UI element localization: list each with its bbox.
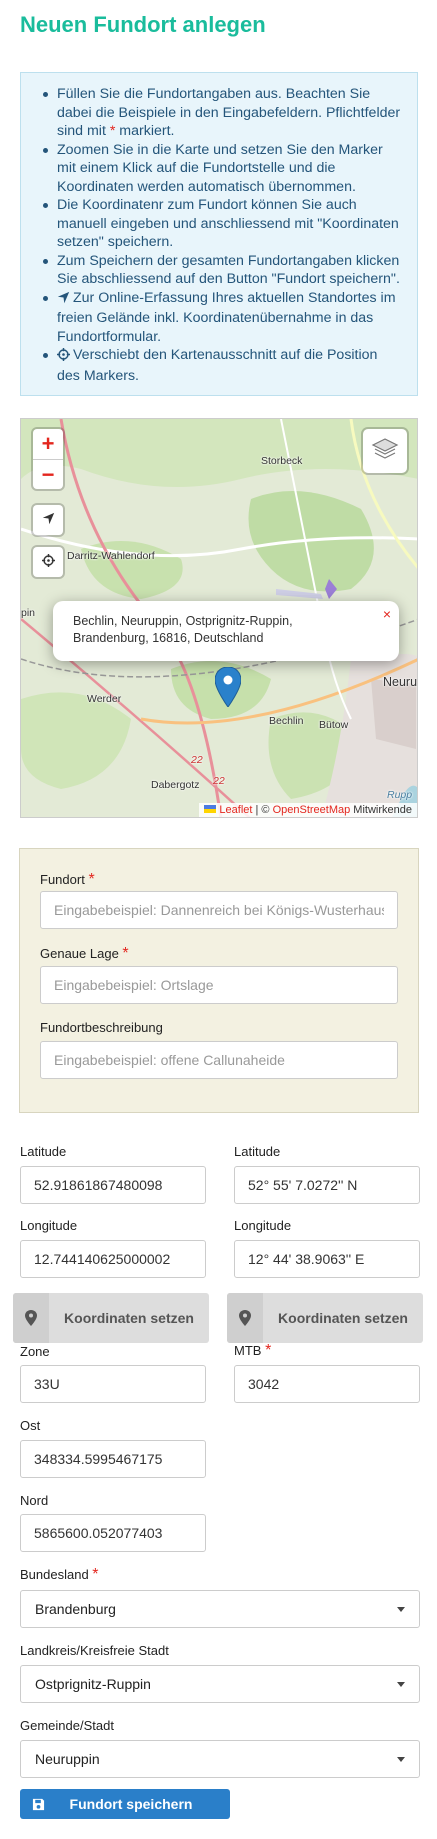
leaflet-link[interactable]: Leaflet — [219, 804, 252, 816]
bundesland-select[interactable]: Brandenburg — [20, 1590, 420, 1628]
nord-label: Nord — [20, 1493, 49, 1508]
map-marker-icon — [13, 1293, 49, 1343]
location-arrow-icon — [42, 512, 55, 528]
gemeinde-value: Neuruppin — [35, 1751, 100, 1767]
zoom-out-button[interactable]: − — [33, 459, 63, 489]
map-place-label: pin — [21, 607, 36, 619]
zone-label: Zone — [20, 1344, 50, 1359]
beschreibung-input[interactable] — [40, 1041, 398, 1079]
popup-close-button[interactable]: × — [383, 606, 391, 623]
lage-label: Genaue Lage * — [40, 945, 129, 962]
latitude-decimal-input[interactable] — [20, 1166, 206, 1204]
map-marker-icon — [227, 1293, 263, 1343]
map-place-label: Darritz-Wahlendorf — [67, 550, 155, 562]
set-coordinates-label: Koordinaten setzen — [64, 1310, 194, 1326]
gemeinde-label: Gemeinde/Stadt — [20, 1718, 114, 1733]
zoom-control: + − — [33, 429, 63, 489]
landkreis-value: Ostprignitz-Ruppin — [35, 1676, 151, 1692]
layers-button[interactable] — [363, 429, 407, 473]
longitude-decimal-label: Longitude — [20, 1218, 78, 1233]
set-coordinates-decimal-button[interactable]: Koordinaten setzen — [13, 1293, 209, 1343]
instruction-item: Zoomen Sie in die Karte und setzen Sie d… — [43, 141, 403, 197]
required-asterisk: * — [92, 1566, 99, 1583]
page-title: Neuen Fundort anlegen — [20, 12, 266, 37]
ukraine-flag-icon — [204, 804, 217, 816]
instruction-item: Zur Online-Erfassung Ihres aktuellen Sta… — [43, 289, 403, 347]
beschreibung-label: Fundortbeschreibung — [40, 1020, 163, 1035]
map-place-label: Werder — [87, 693, 122, 705]
road-label: 22 — [191, 754, 203, 766]
required-asterisk: * — [122, 945, 129, 962]
fundort-input[interactable] — [40, 891, 398, 929]
instruction-item: Zum Speichern der gesamten Fundortangabe… — [43, 252, 403, 289]
longitude-dms-input[interactable] — [234, 1240, 420, 1278]
mtb-label: MTB * — [234, 1342, 272, 1359]
chevron-down-icon — [397, 1757, 405, 1762]
popup-address-line: Brandenburg, 16816, Deutschland — [73, 631, 264, 645]
ost-input[interactable] — [20, 1440, 206, 1478]
set-coordinates-label: Koordinaten setzen — [278, 1310, 408, 1326]
save-fundort-button[interactable]: Fundort speichern — [20, 1789, 230, 1819]
map[interactable]: + − Storbeck Darritz-Wahlendorf pin Werd… — [20, 418, 418, 818]
location-popup: Bechlin, Neuruppin, Ostprignitz-Ruppin, … — [53, 601, 399, 661]
save-fundort-label: Fundort speichern — [69, 1796, 193, 1812]
save-icon — [20, 1798, 56, 1811]
nord-input[interactable] — [20, 1514, 206, 1552]
lage-input[interactable] — [40, 966, 398, 1004]
water-label: Rupp — [387, 789, 413, 801]
popup-address-line: Bechlin, Neuruppin, Ostprignitz-Ruppin, — [73, 614, 293, 628]
longitude-dms-label: Longitude — [234, 1218, 292, 1233]
map-place-label: Dabergotz — [151, 779, 200, 791]
map-place-label: Storbeck — [261, 455, 303, 467]
instruction-item: Verschiebt den Kartenausschnitt auf die … — [43, 346, 403, 385]
center-marker-button[interactable] — [33, 547, 63, 577]
locate-button[interactable] — [33, 505, 63, 535]
landkreis-select[interactable]: Ostprignitz-Ruppin — [20, 1665, 420, 1703]
osm-link[interactable]: OpenStreetMap — [273, 804, 351, 816]
fundort-label: Fundort * — [40, 871, 95, 888]
crosshair-icon — [57, 348, 70, 367]
instruction-item: Füllen Sie die Fundortangaben aus. Beach… — [43, 85, 403, 141]
bundesland-label: Bundesland * — [20, 1566, 99, 1583]
map-place-label: Bütow — [319, 719, 349, 731]
layers-icon — [371, 437, 399, 466]
required-asterisk: * — [265, 1342, 272, 1359]
instruction-item: Die Koordinatenr zum Fundort können Sie … — [43, 196, 403, 252]
fundort-panel: Fundort * Genaue Lage * Fundortbeschreib… — [19, 848, 419, 1113]
map-marker-icon[interactable] — [214, 666, 242, 710]
crosshair-icon — [41, 554, 55, 570]
road-label: 22 — [213, 775, 225, 787]
set-coordinates-dms-button[interactable]: Koordinaten setzen — [227, 1293, 423, 1343]
longitude-decimal-input[interactable] — [20, 1240, 206, 1278]
required-asterisk: * — [88, 871, 95, 888]
mtb-input[interactable] — [234, 1365, 420, 1403]
latitude-dms-label: Latitude — [234, 1144, 281, 1159]
map-attribution: Leaflet | © OpenStreetMap Mitwirkende — [199, 803, 417, 817]
zone-input[interactable] — [20, 1365, 206, 1403]
map-place-label: Neuru — [383, 675, 418, 689]
latitude-decimal-label: Latitude — [20, 1144, 67, 1159]
zoom-in-button[interactable]: + — [33, 429, 63, 459]
gemeinde-select[interactable]: Neuruppin — [20, 1740, 420, 1778]
bundesland-value: Brandenburg — [35, 1601, 116, 1617]
location-arrow-icon — [57, 291, 70, 310]
chevron-down-icon — [397, 1682, 405, 1687]
ost-label: Ost — [20, 1418, 41, 1433]
map-place-label: Bechlin — [269, 715, 304, 727]
latitude-dms-input[interactable] — [234, 1166, 420, 1204]
instructions-box: Füllen Sie die Fundortangaben aus. Beach… — [20, 72, 418, 396]
chevron-down-icon — [397, 1607, 405, 1612]
landkreis-label: Landkreis/Kreisfreie Stadt — [20, 1643, 169, 1658]
